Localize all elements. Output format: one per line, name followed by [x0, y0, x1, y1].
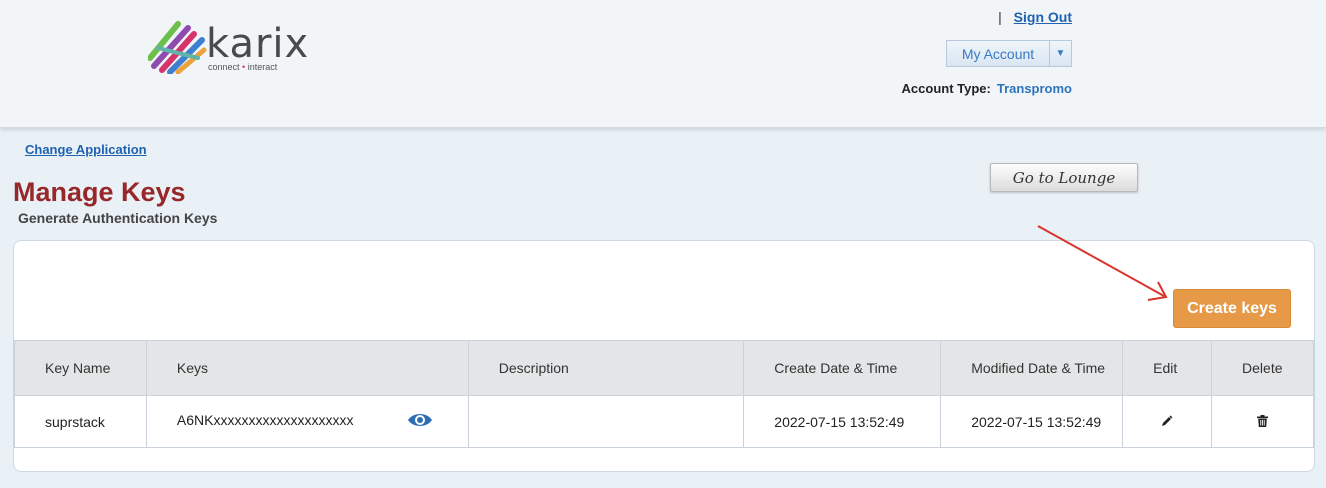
annotation-arrow-icon — [1037, 225, 1168, 301]
header-modified-date: Modified Date & Time — [940, 340, 1124, 396]
header-key-name: Key Name — [14, 340, 147, 396]
header-delete: Delete — [1211, 340, 1314, 396]
key-value: A6NKxxxxxxxxxxxxxxxxxxxx — [176, 412, 354, 429]
change-application-link[interactable]: Change Application — [25, 142, 147, 157]
header-description: Description — [467, 340, 745, 396]
cell-edit — [1122, 395, 1213, 448]
logo-tagline-left: connect — [208, 62, 240, 72]
header-keys: Keys — [145, 340, 469, 396]
chevron-down-icon[interactable]: ▼ — [1049, 41, 1071, 66]
eye-icon[interactable] — [407, 412, 433, 431]
logo-brand: karix — [206, 21, 310, 67]
header-edit: Edit — [1122, 340, 1213, 396]
go-to-lounge-button[interactable]: Go to Lounge — [990, 163, 1138, 192]
logo-tagline-dot: • — [242, 62, 246, 72]
trash-icon[interactable] — [1257, 414, 1269, 430]
my-account-dropdown[interactable]: My Account ▼ — [946, 40, 1072, 67]
cell-key-name: suprstack — [14, 395, 147, 448]
cell-key: A6NKxxxxxxxxxxxxxxxxxxxx — [145, 395, 469, 448]
pencil-icon[interactable] — [1161, 414, 1173, 430]
my-account-label: My Account — [961, 45, 1035, 62]
logo-tagline: connect • interact — [208, 62, 277, 72]
logo-tagline-right: interact — [247, 62, 278, 72]
create-keys-button[interactable]: Create keys — [1173, 289, 1291, 328]
cell-delete — [1211, 395, 1314, 448]
header-create-date: Create Date & Time — [743, 340, 942, 396]
header-separator: | — [998, 9, 1002, 25]
logo-mark-icon — [148, 21, 207, 74]
karix-logo: karix connect • interact — [148, 18, 318, 78]
cell-modified: 2022-07-15 13:52:49 — [940, 395, 1124, 448]
account-type: Account Type: Transpromo — [902, 81, 1072, 96]
account-type-value: Transpromo — [996, 81, 1072, 96]
cell-description — [467, 395, 745, 448]
keys-table: Key Name Keys Description Create Date & … — [14, 340, 1314, 448]
table-header-row: Key Name Keys Description Create Date & … — [14, 340, 1314, 396]
page-title: Manage Keys — [13, 177, 186, 207]
sign-out-link[interactable]: Sign Out — [1014, 9, 1072, 25]
app-header: karix connect • interact | Sign Out My A… — [0, 0, 1326, 128]
signout-row: | Sign Out — [998, 9, 1072, 25]
cell-created: 2022-07-15 13:52:49 — [743, 395, 942, 448]
table-row: suprstack A6NKxxxxxxxxxxxxxxxxxxxx 2022-… — [14, 395, 1314, 448]
account-type-label: Account Type: — [901, 81, 991, 96]
page-subtitle: Generate Authentication Keys — [18, 210, 218, 226]
